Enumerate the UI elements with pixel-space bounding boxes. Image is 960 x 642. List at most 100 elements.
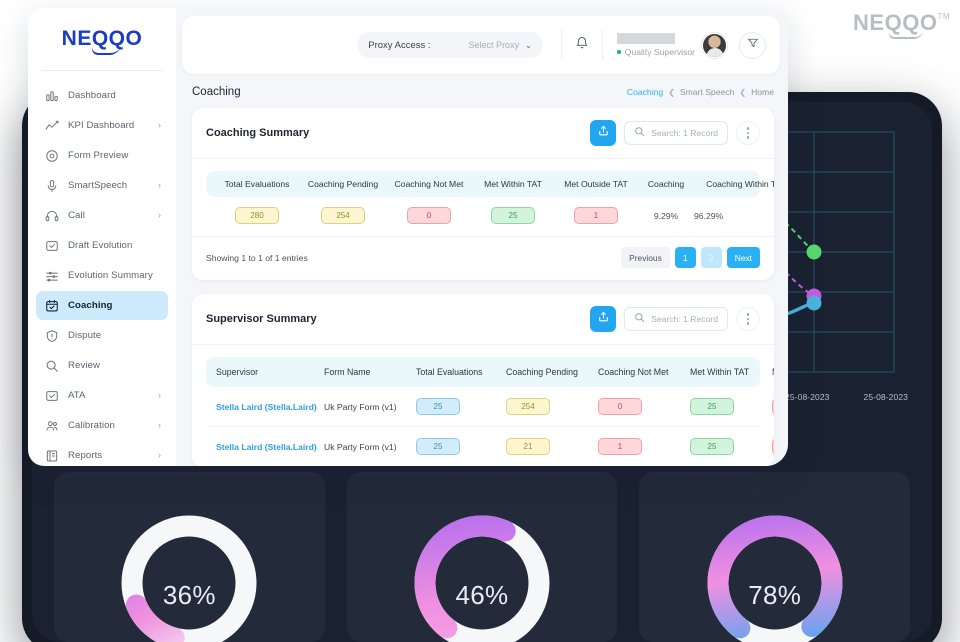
cell-met-outside-tat: 1 (554, 207, 638, 224)
cell-met-within-tat: 25 (472, 207, 554, 224)
user-name-redacted (616, 33, 675, 44)
cell-met-within-tat: 25 (690, 398, 772, 415)
kebab-menu-icon[interactable] (736, 121, 760, 145)
donut-card-row: 36% 46% 78% (54, 472, 911, 642)
sidebar-item-dashboard[interactable]: Dashboard (36, 81, 168, 110)
chart-bar-icon (43, 87, 60, 104)
supervisor-link[interactable]: Stella Laird (Stella.Laird) (216, 402, 317, 412)
sidebar-item-label: ATA (68, 390, 86, 401)
donut-chart (114, 508, 264, 642)
sidebar-item-label: Calibration (68, 420, 115, 431)
chevron-right-icon: › (158, 120, 161, 130)
donut-value: 46% (455, 580, 509, 610)
sidebar-item-reports[interactable]: Reports › (36, 441, 168, 466)
value-badge: 25 (690, 398, 734, 415)
cell-supervisor: Stella Laird (Stella.Laird) (216, 402, 324, 412)
supervisor-summary-title: Supervisor Summary (206, 313, 317, 325)
sidebar-item-coaching[interactable]: Coaching (36, 291, 168, 320)
supervisor-summary-header: Supervisor Summary Search: 1 Record (192, 294, 774, 345)
export-upload-icon (597, 124, 610, 142)
watermark-trademark: TM (937, 12, 950, 21)
value-badge: 1 (772, 438, 774, 455)
target-circle-icon (43, 147, 60, 164)
supervisor-link[interactable]: Stella Laird (Stella.Laird) (216, 442, 317, 452)
breadcrumb-item-home[interactable]: Home (751, 87, 774, 97)
sidebar-item-call[interactable]: Call › (36, 201, 168, 230)
sidebar-item-evolution-summary[interactable]: Evolution Summary (36, 261, 168, 290)
proxy-access-select[interactable]: Proxy Access : Select Proxy ⌄ (357, 32, 543, 58)
sidebar-item-label: Form Preview (68, 150, 129, 161)
pagination-page-2[interactable]: 2 (700, 247, 722, 268)
value-badge: 254 (321, 207, 365, 224)
table-row[interactable]: Stella Laird (Stella.Laird) Uk Party For… (206, 387, 774, 427)
sidebar-item-form-preview[interactable]: Form Preview (36, 141, 168, 170)
search-input[interactable]: Search: 1 Record (624, 307, 728, 331)
user-profile[interactable]: Quality Supervisor (603, 32, 727, 58)
search-input[interactable]: Search: 1 Record (624, 121, 728, 145)
sidebar-item-label: Review (68, 360, 101, 371)
coaching-summary-pagination: Showing 1 to 1 of 1 entries Previous 1 2… (192, 236, 774, 280)
export-button[interactable] (590, 306, 617, 332)
page-title: Coaching (192, 86, 241, 98)
cell-total-evaluations: 25 (416, 438, 506, 455)
table-row[interactable]: Stella Laird (Stella.Laird) Uk Party For… (206, 427, 774, 466)
proxy-access-value: Select Proxy ⌄ (469, 40, 532, 50)
pagination-controls: Previous 1 2 Next (621, 247, 760, 268)
chevron-right-icon: › (158, 390, 161, 400)
calendar-check-icon (43, 297, 60, 314)
top-bar: Proxy Access : Select Proxy ⌄ Quality Su… (182, 16, 780, 74)
coaching-summary-card: Coaching Summary Search: 1 Record Total … (192, 108, 774, 280)
chevron-right-icon: › (158, 210, 161, 220)
export-upload-icon (597, 310, 610, 328)
checkbox-card-icon (43, 387, 60, 404)
brand-logo[interactable]: NEQQO (28, 8, 176, 70)
breadcrumb-item-smart-speech[interactable]: Smart Speech (680, 87, 734, 97)
sidebar-item-ata[interactable]: ATA › (36, 381, 168, 410)
cell-coaching: 9.29% (638, 211, 694, 221)
cell-coaching-not-met: 0 (598, 398, 690, 415)
online-status-dot (616, 50, 621, 54)
cell-coaching-within-tat: 96.29% (694, 211, 774, 221)
neqqo-watermark: NEQQO TM (853, 10, 950, 39)
pagination-page-1[interactable]: 1 (674, 247, 696, 268)
sidebar-item-review[interactable]: Review (36, 351, 168, 380)
sidebar-item-label: Dispute (68, 330, 102, 341)
column-header-met-outside-tat: Met Outside TAT (564, 179, 628, 189)
coaching-summary-header: Coaching Summary Search: 1 Record (192, 108, 774, 159)
search-icon (634, 124, 645, 142)
breadcrumb-separator-icon: ❮ (739, 87, 747, 97)
breadcrumb-current[interactable]: Coaching (627, 87, 663, 97)
sidebar-item-calibration[interactable]: Calibration › (36, 411, 168, 440)
sidebar-item-smartspeech[interactable]: SmartSpeech › (36, 171, 168, 200)
supervisor-summary-table: Supervisor Form Name Total Evaluations C… (192, 345, 774, 466)
export-button[interactable] (590, 120, 617, 146)
pagination-next-button[interactable]: Next (726, 247, 760, 268)
column-header-met-within-tat: Met Within TAT (484, 179, 542, 189)
brand-swoosh (89, 46, 122, 55)
cell-coaching-pending: 21 (506, 438, 598, 455)
chevron-right-icon: › (158, 180, 161, 190)
column-header-coaching-pending: Coaching Pending (307, 179, 379, 189)
proxy-access-label: Proxy Access : (368, 39, 431, 51)
sidebar-item-kpi-dashboard[interactable]: KPI Dashboard › (36, 111, 168, 140)
chevron-down-icon: ⌄ (525, 40, 532, 50)
microphone-icon (43, 177, 60, 194)
checkbox-card-icon (43, 237, 60, 254)
sidebar-item-draft-evolution[interactable]: Draft Evolution (36, 231, 168, 260)
cell-total-evaluations: 280 (214, 207, 300, 224)
sidebar-item-dispute[interactable]: Dispute (36, 321, 168, 350)
donut-card: 46% (346, 472, 618, 642)
cell-coaching-not-met: 0 (386, 207, 472, 224)
avatar[interactable] (702, 32, 727, 58)
donut-value: 36% (162, 580, 216, 610)
breadcrumb: Coaching ❮ Smart Speech ❮ Home (627, 87, 774, 97)
kebab-menu-icon[interactable] (736, 307, 760, 331)
pagination-previous-button[interactable]: Previous (621, 247, 670, 268)
cell-form-name: Uk Party Form (v1) (324, 442, 416, 452)
table-row: 280 254 0 25 1 9.29% 96.29% (206, 197, 760, 226)
notifications-button[interactable] (562, 36, 602, 55)
cell-coaching-pending: 254 (300, 207, 386, 224)
value-badge: 0 (772, 398, 774, 415)
user-profile-text: Quality Supervisor (616, 33, 695, 57)
filter-button[interactable] (739, 31, 766, 59)
